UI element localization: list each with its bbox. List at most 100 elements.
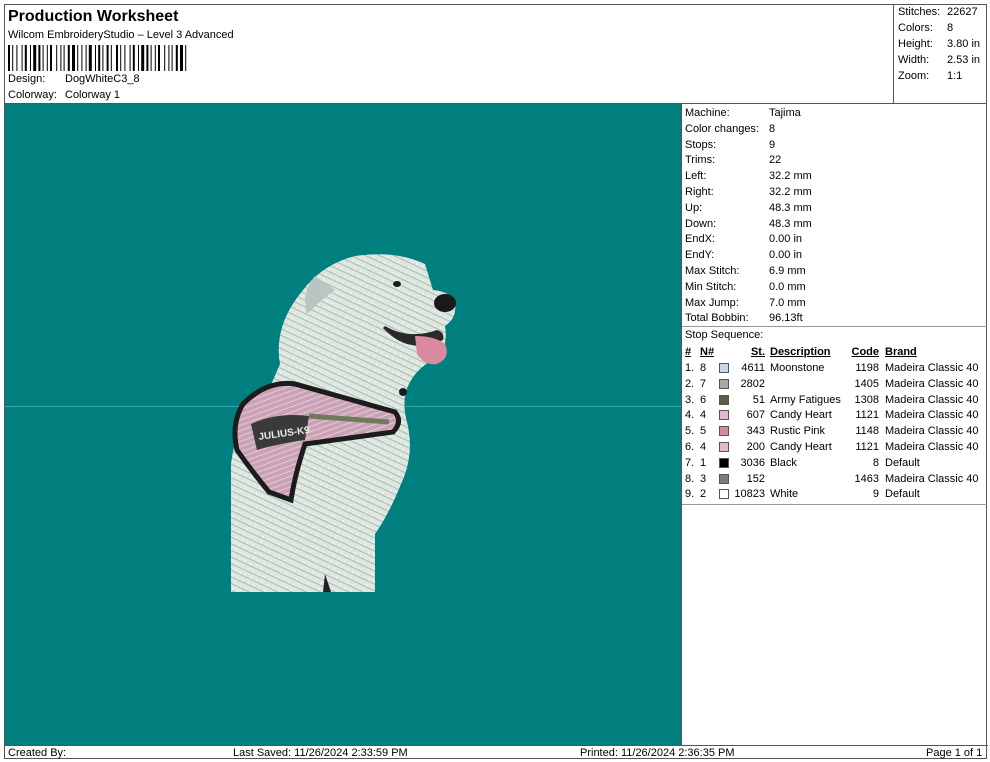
info-label: Machine: (685, 107, 730, 119)
stat-label: Colors: (898, 22, 933, 34)
info-label: Min Stitch: (685, 280, 737, 293)
color-swatch (719, 363, 729, 373)
info-label: Left: (685, 170, 707, 183)
divider (682, 504, 987, 505)
worksheet-footer: Created By: Last Saved: 11/26/2024 2:33:… (5, 745, 988, 760)
stop-sequence-header: # N# St. Description Code Brand (682, 344, 987, 360)
info-value: 8 (769, 122, 776, 135)
row-needle: 4 (700, 441, 707, 453)
row-description: White (770, 488, 799, 501)
stop-sequence-row: 6. 4 200 Candy Heart 1121 Madeira Classic 40 (682, 439, 987, 455)
row-code: 9 (872, 488, 879, 501)
row-index: 6. (685, 441, 695, 453)
row-description: Black (770, 456, 797, 469)
row-stitches: 343 (746, 425, 765, 438)
info-label: EndX: (685, 233, 715, 246)
row-index: 8. (685, 472, 695, 485)
color-swatch (719, 378, 729, 389)
row-description: Candy Heart (770, 441, 832, 453)
stop-sequence-row: 5. 5 343 Rustic Pink 1148 Madeira Classic 40 (682, 423, 987, 439)
stat-label: Zoom: (898, 70, 930, 82)
stat-label: Height: (898, 38, 933, 50)
info-row: Max Jump: 7.0 mm (685, 295, 806, 311)
printed-date: Printed: 11/26/2024 2:36:35 PM (580, 747, 735, 759)
row-brand: Default (885, 488, 920, 501)
row-code: 8 (872, 456, 879, 469)
colorway-value: Colorway 1 (65, 89, 121, 101)
stat-row: Colors: 8 (898, 22, 953, 34)
design-row: Design: DogWhiteC3_8 (8, 73, 140, 85)
row-code: 1148 (855, 425, 879, 438)
row-stitches: 4611 (741, 362, 765, 374)
info-label: Right: (685, 186, 714, 198)
design-value: DogWhiteC3_8 (65, 73, 140, 85)
info-row: Color changes: 8 (685, 121, 775, 137)
colorway-row: Colorway: Colorway 1 (8, 89, 120, 101)
color-swatch (719, 410, 729, 421)
stat-value: 1:1 (947, 70, 963, 82)
software-subtitle: Wilcom EmbroideryStudio – Level 3 Advanc… (8, 29, 234, 41)
row-index: 3. (685, 393, 695, 406)
row-brand: Madeira Classic 40 (885, 472, 979, 485)
stop-sequence-row: 7. 1 3036 Black 8 Default (682, 455, 987, 471)
page-title: Production Worksheet (8, 8, 179, 25)
col-header-description: Description (770, 346, 831, 358)
row-index: 5. (685, 425, 695, 438)
last-saved: Last Saved: 11/26/2024 2:33:59 PM (233, 747, 408, 759)
row-brand: Madeira Classic 40 (885, 393, 979, 406)
info-value: 22 (769, 154, 782, 167)
info-row: Right: 32.2 mm (685, 184, 812, 200)
info-label: Up: (685, 201, 703, 214)
info-value: 0.0 mm (769, 280, 806, 293)
embroidery-dog-image: JULIUS-K9 (231, 254, 456, 592)
row-stitches: 10823 (734, 488, 765, 501)
row-brand: Madeira Classic 40 (885, 362, 979, 374)
info-label: EndY: (685, 249, 715, 262)
info-value: 32.2 mm (769, 186, 812, 198)
row-stitches: 607 (746, 409, 765, 422)
col-header-brand: Brand (885, 346, 917, 358)
design-canvas[interactable]: JULIUS-K9 (5, 104, 682, 745)
info-row: Machine: Tajima (685, 105, 801, 121)
info-value: 0.00 in (769, 233, 803, 246)
row-index: 9. (685, 488, 695, 501)
created-by: Created By: (8, 747, 67, 759)
info-value: 6.9 mm (769, 265, 806, 277)
row-description: Rustic Pink (770, 425, 826, 438)
row-brand: Madeira Classic 40 (885, 441, 979, 453)
stat-row: Width: 2.53 in (898, 54, 980, 66)
info-label: Max Stitch: (685, 265, 740, 277)
info-row: Max Stitch: 6.9 mm (685, 263, 806, 279)
info-row: Left: 32.2 mm (685, 168, 812, 184)
row-stitches: 200 (746, 441, 765, 453)
stat-label: Width: (898, 54, 930, 66)
page-number: Page 1 of 1 (926, 747, 983, 759)
row-needle: 4 (700, 409, 707, 422)
color-swatch (719, 394, 729, 405)
color-swatch (719, 426, 729, 437)
stop-sequence-title: Stop Sequence: (685, 329, 764, 341)
row-brand: Default (885, 456, 920, 469)
info-row: Trims: 22 (685, 152, 781, 168)
color-swatch (719, 457, 729, 468)
row-code: 1405 (854, 377, 879, 390)
row-stitches: 3036 (740, 456, 765, 469)
design-label: Design: (8, 73, 46, 85)
row-code: 1121 (855, 409, 879, 422)
row-brand: Madeira Classic 40 (885, 425, 979, 438)
stop-sequence-row: 2. 7 2802 1405 Madeira Classic 40 (682, 376, 987, 392)
row-description: Candy Heart (770, 409, 832, 422)
row-needle: 6 (700, 393, 707, 406)
info-row: Total Bobbin: 96.13ft (685, 310, 803, 326)
design-stats: Stitches: 22627 Colors: 8 Height: 3.80 in W… (894, 5, 987, 104)
color-swatch (719, 442, 729, 452)
stat-value: 3.80 in (947, 38, 981, 50)
row-description: Moonstone (770, 362, 825, 374)
row-index: 2. (685, 377, 695, 390)
row-code: 1308 (854, 393, 879, 406)
info-value: 0.00 in (769, 249, 803, 262)
row-index: 1. (685, 362, 695, 374)
row-needle: 5 (700, 425, 707, 438)
row-needle: 8 (700, 362, 707, 374)
info-row: Min Stitch: 0.0 mm (685, 279, 806, 295)
